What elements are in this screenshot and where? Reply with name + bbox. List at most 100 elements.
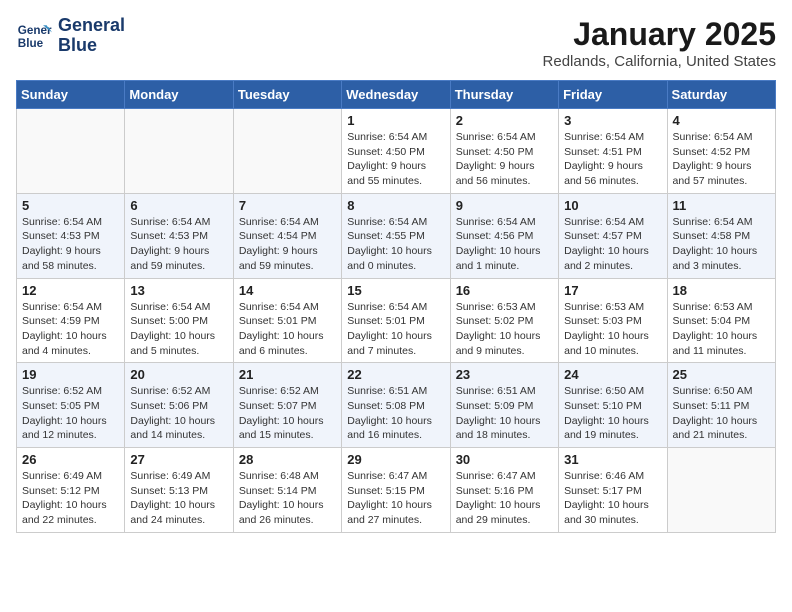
day-number: 25	[673, 367, 770, 382]
day-number: 2	[456, 113, 553, 128]
calendar-subtitle: Redlands, California, United States	[543, 53, 776, 70]
day-number: 13	[130, 283, 227, 298]
day-info: Sunrise: 6:54 AMSunset: 5:00 PMDaylight:…	[130, 300, 227, 359]
calendar-week-row: 26 Sunrise: 6:49 AMSunset: 5:12 PMDayligh…	[17, 448, 776, 533]
day-info: Sunrise: 6:51 AMSunset: 5:09 PMDaylight:…	[456, 384, 553, 443]
day-info: Sunrise: 6:53 AMSunset: 5:02 PMDaylight:…	[456, 300, 553, 359]
calendar-cell: 18Sunrise: 6:53 AMSunset: 5:04 PMDayligh…	[667, 278, 775, 363]
day-info: Sunrise: 6:54 AMSunset: 4:56 PMDaylight:…	[456, 215, 553, 274]
day-number: 26	[22, 452, 119, 467]
day-number: 10	[564, 198, 661, 213]
calendar-cell: 13 Sunrise: 6:54 AMSunset: 5:00 PMDayligh…	[125, 278, 233, 363]
calendar-title: January 2025	[543, 16, 776, 53]
day-number: 7	[239, 198, 336, 213]
calendar-cell: 25 Sunrise: 6:50 AMSunset: 5:11 PMDayligh…	[667, 363, 775, 448]
weekday-header-row: SundayMondayTuesdayWednesdayThursdayFrid…	[17, 81, 776, 109]
day-number: 27	[130, 452, 227, 467]
calendar-week-row: 12 Sunrise: 6:54 AMSunset: 4:59 PMDayligh…	[17, 278, 776, 363]
weekday-header-sunday: Sunday	[17, 81, 125, 109]
day-info: Sunrise: 6:54 AMSunset: 4:57 PMDaylight:…	[564, 215, 661, 274]
calendar-cell	[667, 448, 775, 533]
title-block: January 2025 Redlands, California, Unite…	[543, 16, 776, 70]
calendar-cell: 3 Sunrise: 6:54 AMSunset: 4:51 PMDaylight…	[559, 109, 667, 194]
weekday-header-saturday: Saturday	[667, 81, 775, 109]
calendar-header: SundayMondayTuesdayWednesdayThursdayFrid…	[17, 81, 776, 109]
day-info: Sunrise: 6:52 AMSunset: 5:05 PMDaylight:…	[22, 384, 119, 443]
logo-name: General Blue	[58, 16, 125, 56]
day-number: 20	[130, 367, 227, 382]
day-info: Sunrise: 6:54 AMSunset: 4:54 PMDaylight:…	[239, 215, 336, 274]
day-info: Sunrise: 6:54 AMSunset: 5:01 PMDaylight:…	[347, 300, 444, 359]
day-info: Sunrise: 6:54 AMSunset: 4:52 PMDaylight:…	[673, 130, 770, 189]
day-info: Sunrise: 6:54 AMSunset: 4:53 PMDaylight:…	[130, 215, 227, 274]
day-info: Sunrise: 6:46 AMSunset: 5:17 PMDaylight:…	[564, 469, 661, 528]
calendar-cell: 1Sunrise: 6:54 AMSunset: 4:50 PMDaylight…	[342, 109, 450, 194]
day-info: Sunrise: 6:49 AMSunset: 5:13 PMDaylight:…	[130, 469, 227, 528]
day-number: 8	[347, 198, 444, 213]
logo: General Blue General Blue	[16, 16, 125, 56]
calendar-cell: 19 Sunrise: 6:52 AMSunset: 5:05 PMDayligh…	[17, 363, 125, 448]
calendar-cell: 7 Sunrise: 6:54 AMSunset: 4:54 PMDaylight…	[233, 193, 341, 278]
calendar-week-row: 19 Sunrise: 6:52 AMSunset: 5:05 PMDayligh…	[17, 363, 776, 448]
day-info: Sunrise: 6:52 AMSunset: 5:06 PMDaylight:…	[130, 384, 227, 443]
calendar-week-row: 1Sunrise: 6:54 AMSunset: 4:50 PMDaylight…	[17, 109, 776, 194]
calendar-cell: 27 Sunrise: 6:49 AMSunset: 5:13 PMDayligh…	[125, 448, 233, 533]
day-info: Sunrise: 6:47 AMSunset: 5:16 PMDaylight:…	[456, 469, 553, 528]
weekday-header-monday: Monday	[125, 81, 233, 109]
day-number: 28	[239, 452, 336, 467]
day-info: Sunrise: 6:49 AMSunset: 5:12 PMDaylight:…	[22, 469, 119, 528]
day-number: 11	[673, 198, 770, 213]
day-info: Sunrise: 6:50 AMSunset: 5:11 PMDaylight:…	[673, 384, 770, 443]
day-info: Sunrise: 6:54 AMSunset: 4:55 PMDaylight:…	[347, 215, 444, 274]
calendar-table: SundayMondayTuesdayWednesdayThursdayFrid…	[16, 80, 776, 533]
calendar-cell: 21 Sunrise: 6:52 AMSunset: 5:07 PMDayligh…	[233, 363, 341, 448]
day-number: 17	[564, 283, 661, 298]
day-number: 21	[239, 367, 336, 382]
weekday-header-thursday: Thursday	[450, 81, 558, 109]
day-number: 16	[456, 283, 553, 298]
svg-text:Blue: Blue	[18, 37, 44, 50]
calendar-cell: 26 Sunrise: 6:49 AMSunset: 5:12 PMDayligh…	[17, 448, 125, 533]
calendar-cell: 5Sunrise: 6:54 AMSunset: 4:53 PMDaylight…	[17, 193, 125, 278]
day-info: Sunrise: 6:54 AMSunset: 5:01 PMDaylight:…	[239, 300, 336, 359]
logo-icon: General Blue	[16, 18, 52, 54]
day-number: 12	[22, 283, 119, 298]
day-info: Sunrise: 6:54 AMSunset: 4:50 PMDaylight:…	[456, 130, 553, 189]
calendar-cell: 20 Sunrise: 6:52 AMSunset: 5:06 PMDayligh…	[125, 363, 233, 448]
day-info: Sunrise: 6:54 AMSunset: 4:59 PMDaylight:…	[22, 300, 119, 359]
day-number: 23	[456, 367, 553, 382]
day-number: 31	[564, 452, 661, 467]
day-number: 4	[673, 113, 770, 128]
day-number: 19	[22, 367, 119, 382]
day-number: 6	[130, 198, 227, 213]
day-number: 9	[456, 198, 553, 213]
day-info: Sunrise: 6:52 AMSunset: 5:07 PMDaylight:…	[239, 384, 336, 443]
calendar-cell	[233, 109, 341, 194]
day-info: Sunrise: 6:54 AMSunset: 4:50 PMDaylight:…	[347, 130, 444, 189]
calendar-cell: 23 Sunrise: 6:51 AMSunset: 5:09 PMDayligh…	[450, 363, 558, 448]
day-number: 3	[564, 113, 661, 128]
calendar-cell: 6 Sunrise: 6:54 AMSunset: 4:53 PMDaylight…	[125, 193, 233, 278]
day-number: 29	[347, 452, 444, 467]
day-info: Sunrise: 6:54 AMSunset: 4:58 PMDaylight:…	[673, 215, 770, 274]
day-number: 22	[347, 367, 444, 382]
page-header: General Blue General Blue January 2025 R…	[16, 16, 776, 70]
calendar-cell: 28Sunrise: 6:48 AMSunset: 5:14 PMDayligh…	[233, 448, 341, 533]
day-number: 24	[564, 367, 661, 382]
calendar-cell: 29 Sunrise: 6:47 AMSunset: 5:15 PMDayligh…	[342, 448, 450, 533]
day-info: Sunrise: 6:53 AMSunset: 5:04 PMDaylight:…	[673, 300, 770, 359]
calendar-cell: 8 Sunrise: 6:54 AMSunset: 4:55 PMDaylight…	[342, 193, 450, 278]
day-info: Sunrise: 6:51 AMSunset: 5:08 PMDaylight:…	[347, 384, 444, 443]
calendar-cell	[125, 109, 233, 194]
calendar-cell: 30Sunrise: 6:47 AMSunset: 5:16 PMDayligh…	[450, 448, 558, 533]
calendar-cell: 9 Sunrise: 6:54 AMSunset: 4:56 PMDaylight…	[450, 193, 558, 278]
day-info: Sunrise: 6:53 AMSunset: 5:03 PMDaylight:…	[564, 300, 661, 359]
day-info: Sunrise: 6:47 AMSunset: 5:15 PMDaylight:…	[347, 469, 444, 528]
calendar-cell: 16 Sunrise: 6:53 AMSunset: 5:02 PMDayligh…	[450, 278, 558, 363]
day-info: Sunrise: 6:54 AMSunset: 4:51 PMDaylight:…	[564, 130, 661, 189]
calendar-cell: 15Sunrise: 6:54 AMSunset: 5:01 PMDayligh…	[342, 278, 450, 363]
calendar-cell: 4 Sunrise: 6:54 AMSunset: 4:52 PMDaylight…	[667, 109, 775, 194]
weekday-header-wednesday: Wednesday	[342, 81, 450, 109]
day-number: 5	[22, 198, 119, 213]
calendar-cell: 12 Sunrise: 6:54 AMSunset: 4:59 PMDayligh…	[17, 278, 125, 363]
